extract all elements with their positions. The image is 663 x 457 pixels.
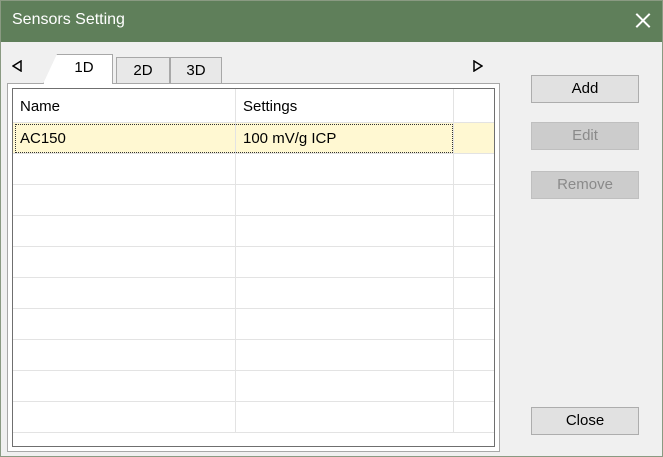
- sensor-table[interactable]: Name Settings AC150 100 mV/g ICP: [12, 88, 495, 447]
- cell-name: [13, 340, 236, 370]
- cell-name: [13, 185, 236, 215]
- tab-panel: Name Settings AC150 100 mV/g ICP: [7, 83, 500, 452]
- column-header-settings[interactable]: Settings: [236, 89, 454, 122]
- table-row[interactable]: [13, 309, 494, 340]
- title-bar[interactable]: Sensors Setting: [1, 1, 662, 42]
- triangle-right-icon[interactable]: [473, 60, 483, 72]
- cell-name: [13, 402, 236, 432]
- tab-1d[interactable]: 1D: [43, 54, 113, 84]
- tab-2d[interactable]: 2D: [116, 57, 170, 85]
- table-header: Name Settings: [13, 89, 494, 123]
- remove-button[interactable]: Remove: [531, 171, 639, 199]
- cell-name: [13, 216, 236, 246]
- table-row[interactable]: [13, 402, 494, 433]
- tab-3d[interactable]: 3D: [170, 57, 222, 85]
- add-button[interactable]: Add: [531, 75, 639, 103]
- tab-strip: 1D 2D 3D: [6, 48, 501, 85]
- table-row[interactable]: [13, 247, 494, 278]
- table-row[interactable]: [13, 185, 494, 216]
- table-row[interactable]: [13, 278, 494, 309]
- table-row[interactable]: [13, 216, 494, 247]
- cell-settings: [236, 185, 454, 215]
- close-button[interactable]: Close: [531, 407, 639, 435]
- cell-settings: [236, 402, 454, 432]
- cell-empty: [454, 402, 494, 432]
- cell-settings: [236, 278, 454, 308]
- cell-empty: [454, 123, 494, 153]
- cell-settings: [236, 309, 454, 339]
- tab-label: 2D: [133, 62, 153, 79]
- cell-name: [13, 371, 236, 401]
- cell-settings: [236, 340, 454, 370]
- cell-empty: [454, 371, 494, 401]
- table-row[interactable]: AC150 100 mV/g ICP: [13, 123, 494, 154]
- cell-empty: [454, 340, 494, 370]
- cell-settings: [236, 216, 454, 246]
- cell-empty: [454, 309, 494, 339]
- column-header-name[interactable]: Name: [13, 89, 236, 122]
- cell-name: [13, 154, 236, 184]
- cell-name: AC150: [13, 123, 236, 153]
- cell-empty: [454, 154, 494, 184]
- cell-empty: [454, 185, 494, 215]
- triangle-left-icon[interactable]: [12, 60, 22, 72]
- table-row[interactable]: [13, 154, 494, 185]
- cell-settings: [236, 154, 454, 184]
- cell-empty: [454, 247, 494, 277]
- table-row[interactable]: [13, 340, 494, 371]
- cell-name: [13, 278, 236, 308]
- cell-name: [13, 247, 236, 277]
- cell-settings: 100 mV/g ICP: [236, 123, 454, 153]
- cell-settings: [236, 371, 454, 401]
- edit-button[interactable]: Edit: [531, 122, 639, 150]
- column-header-empty: [454, 89, 494, 122]
- cell-settings: [236, 247, 454, 277]
- close-icon[interactable]: [634, 11, 652, 29]
- cell-name: [13, 309, 236, 339]
- sensors-setting-window: Sensors Setting 1D 2D 3D Name Settings A…: [0, 0, 663, 457]
- cell-empty: [454, 278, 494, 308]
- table-row[interactable]: [13, 371, 494, 402]
- tab-label: 3D: [186, 62, 206, 79]
- window-title: Sensors Setting: [12, 11, 125, 28]
- tab-label: 1D: [74, 59, 94, 76]
- cell-empty: [454, 216, 494, 246]
